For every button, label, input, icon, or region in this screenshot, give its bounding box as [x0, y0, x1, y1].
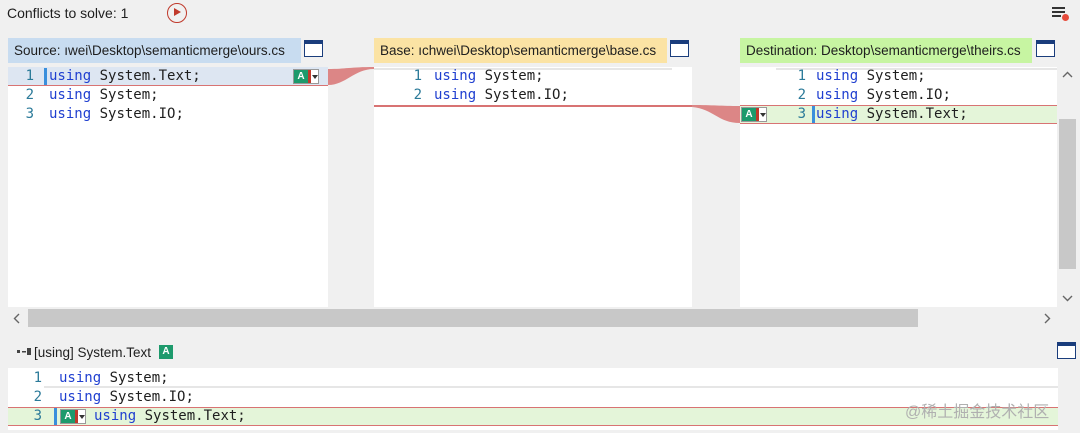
source-conflict-action-badge[interactable]: A — [293, 69, 319, 84]
result-title: [using] System.Text — [34, 345, 152, 360]
destination-conflict-action-badge[interactable]: A — [741, 107, 767, 122]
conflicts-counter: Conflicts to solve: 1 — [7, 5, 129, 21]
code-line[interactable]: using System; — [59, 369, 169, 388]
line-number: 2 — [413, 87, 422, 103]
line-number: 1 — [797, 68, 806, 84]
code-line[interactable]: using System.Text; — [94, 407, 246, 426]
add-letter-icon: A — [159, 345, 173, 359]
code-line[interactable]: using System; — [49, 86, 159, 105]
line-number: 3 — [25, 106, 34, 122]
vertical-scrollbar[interactable] — [1057, 67, 1078, 307]
code-line[interactable]: using System; — [816, 67, 926, 86]
chevron-left-icon[interactable] — [13, 313, 20, 324]
source-caret — [44, 68, 47, 85]
line-number: 1 — [33, 370, 42, 386]
line-number: 2 — [797, 87, 806, 103]
result-conflict-action-badge[interactable]: A — [60, 409, 86, 424]
destination-maximize-icon[interactable] — [1036, 40, 1055, 57]
source-panel-title: Source: ıwei\Desktop\semanticmerge\ours.… — [8, 38, 301, 63]
source-editor[interactable]: 1 using System.Text; 2 using System; 3 u… — [8, 67, 328, 307]
base-editor[interactable]: 1 using System; 2 using System.IO; — [374, 67, 692, 307]
vertical-scroll-thumb[interactable] — [1059, 119, 1076, 269]
code-line[interactable]: using System.Text; — [816, 105, 968, 124]
line-number: 1 — [413, 68, 422, 84]
code-line[interactable]: using System.IO; — [434, 86, 569, 105]
result-maximize-icon[interactable] — [1057, 342, 1076, 359]
code-line[interactable]: using System.IO; — [59, 388, 194, 407]
add-letter-icon: A — [742, 108, 756, 121]
horizontal-scrollbar[interactable] — [8, 307, 1058, 329]
chevron-down-icon[interactable] — [1062, 295, 1073, 302]
code-line[interactable]: using System; — [434, 67, 544, 86]
chevron-up-icon[interactable] — [1062, 71, 1073, 78]
add-letter-icon: A — [294, 70, 308, 83]
toolbar: Conflicts to solve: 1 — [0, 0, 1080, 28]
chevron-down-icon — [760, 113, 766, 117]
line-number: 2 — [33, 389, 42, 405]
chevron-down-icon — [312, 75, 318, 79]
line-number: 1 — [25, 68, 34, 84]
options-menu-icon[interactable] — [1050, 5, 1070, 21]
code-line[interactable]: using System.IO; — [816, 86, 951, 105]
chevron-down-icon — [79, 415, 85, 419]
destination-panel-title: Destination: Desktop\semanticmerge\their… — [740, 38, 1032, 63]
result-caret — [54, 408, 57, 425]
line-number: 3 — [33, 408, 42, 424]
base-maximize-icon[interactable] — [670, 40, 689, 57]
result-editor[interactable]: 1 using System; 2 using System.IO; 3 A u… — [8, 368, 1058, 430]
line-number: 2 — [25, 87, 34, 103]
next-conflict-play-icon[interactable] — [167, 3, 187, 23]
code-structure-icon — [17, 348, 31, 355]
line-number: 3 — [797, 106, 806, 122]
destination-editor[interactable]: 1 using System; 2 using System.IO; 3 usi… — [740, 67, 1057, 307]
base-destination-connector — [692, 105, 740, 123]
watermark: @稀土掘金技术社区 — [905, 404, 1050, 421]
add-letter-icon: A — [61, 410, 75, 423]
destination-caret — [812, 106, 815, 123]
code-line[interactable]: using System.IO; — [49, 105, 184, 124]
code-line[interactable]: using System.Text; — [49, 67, 201, 86]
chevron-right-icon[interactable] — [1044, 313, 1051, 324]
horizontal-scroll-thumb[interactable] — [28, 309, 918, 327]
source-base-connector — [328, 67, 374, 85]
base-panel-title: Base: ıchwei\Desktop\semanticmerge\base.… — [374, 38, 667, 63]
source-maximize-icon[interactable] — [304, 40, 323, 57]
